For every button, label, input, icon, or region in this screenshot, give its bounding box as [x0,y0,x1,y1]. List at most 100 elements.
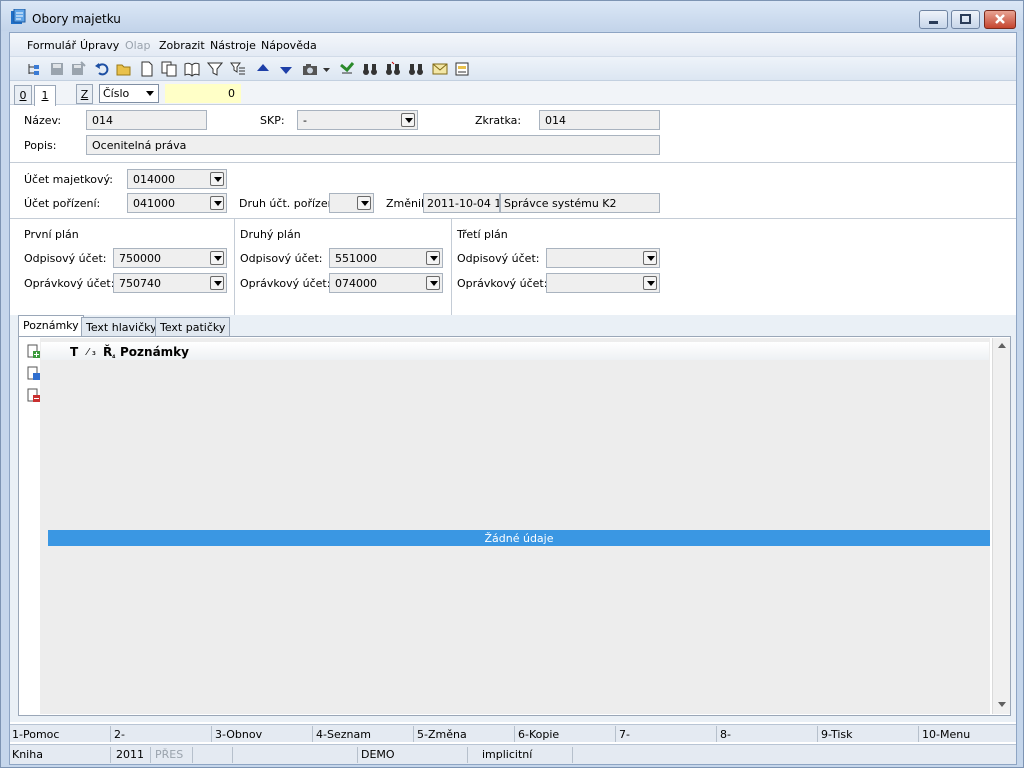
plan1-opravkovy-combo[interactable]: 750740 [113,273,227,293]
sort-field-select[interactable]: Číslo [99,84,159,103]
fkey-8[interactable]: 8- [720,728,731,741]
zkratka-field[interactable]: 014 [539,110,660,130]
tab-0[interactable]: 0 [14,85,32,105]
ucet-majetkovy-value: 014000 [133,173,175,186]
status-database: DEMO [361,748,395,761]
plan2-odpisovy-label: Odpisový účet: [240,252,323,265]
ucet-porizeni-combo[interactable]: 041000 [127,193,227,213]
save-as-icon[interactable] [70,61,86,77]
plan1-opravkovy-value: 750740 [119,277,161,290]
toolbar [10,57,1016,81]
z-button[interactable]: Z [76,84,93,104]
tab-poznamky[interactable]: Poznámky [18,315,84,336]
fkey-3[interactable]: 3-Obnov [215,728,262,741]
status-pres: PŘES [155,748,184,761]
chevron-down-icon[interactable] [643,251,657,265]
nazev-field[interactable]: 014 [86,110,207,130]
binoculars-icon[interactable] [408,61,424,77]
fkey-5[interactable]: 5-Změna [417,728,467,741]
new-document-icon[interactable] [139,61,155,77]
plan1-odpisovy-combo[interactable]: 750000 [113,248,227,268]
tab-text-hlavicky[interactable]: Text hlavičky [81,317,162,336]
ucet-majetkovy-combo[interactable]: 014000 [127,169,227,189]
ucet-porizeni-value: 041000 [133,197,175,210]
chevron-down-icon[interactable] [643,276,657,290]
tab-1[interactable]: 1 [34,85,56,106]
sort-value-field[interactable]: 0 [165,84,241,103]
undo-icon[interactable] [94,61,110,77]
add-note-icon[interactable] [27,344,41,359]
dropdown-arrow-icon[interactable] [322,61,332,77]
report-icon[interactable] [454,61,470,77]
arrow-up-icon[interactable] [255,61,271,77]
nazev-label: Název: [24,114,62,127]
book-icon[interactable] [184,61,200,77]
refresh-icon[interactable] [339,61,355,77]
filter-icon[interactable] [206,61,224,77]
title-bar[interactable]: Obory majetku [1,1,1023,31]
fkey-9[interactable]: 9-Tisk [821,728,853,741]
plan3-odpisovy-label: Odpisový účet: [457,252,540,265]
chevron-down-icon[interactable] [426,251,440,265]
tab-text-paticky[interactable]: Text patičky [155,317,231,336]
menu-formular[interactable]: Formulář [27,39,76,52]
fkey-7[interactable]: 7- [619,728,630,741]
plan2-opravkovy-combo[interactable]: 074000 [329,273,443,293]
record-bar: 0 1 Z Číslo 0 [10,81,1016,106]
chevron-down-icon[interactable] [210,251,224,265]
open-folder-icon[interactable] [116,61,132,77]
delete-note-icon[interactable] [27,388,41,403]
status-bar: Kniha 2011 PŘES DEMO implicitní [10,744,1016,764]
plan3-odpisovy-combo[interactable] [546,248,660,268]
status-mode: implicitní [482,748,533,761]
plan3-opravkovy-combo[interactable] [546,273,660,293]
menu-upravy[interactable]: Úpravy [80,39,119,52]
binoculars-icon[interactable] [385,61,401,77]
divider [10,162,1016,163]
menu-napoveda[interactable]: Nápověda [261,39,317,52]
popis-field[interactable]: Ocenitelná práva [86,135,660,155]
fkey-4[interactable]: 4-Seznam [316,728,371,741]
chevron-down-icon[interactable] [210,196,224,210]
status-book: Kniha [12,748,43,761]
plan3-title: Třetí plán [457,228,508,241]
arrow-down-icon[interactable] [278,61,294,77]
plan2-opravkovy-label: Oprávkový účet: [240,277,331,290]
chevron-down-icon[interactable] [357,196,371,210]
filter-list-icon[interactable] [230,61,246,77]
grid-body[interactable] [40,338,990,714]
function-key-bar: 1-Pomoc 2- 3-Obnov 4-Seznam 5-Změna 6-Ko… [10,724,1016,742]
chevron-down-icon[interactable] [210,276,224,290]
column-r[interactable]: Ř [103,345,112,359]
zkratka-label: Zkratka: [475,114,522,127]
save-icon[interactable] [49,61,65,77]
chevron-down-icon[interactable] [426,276,440,290]
binoculars-icon[interactable] [362,61,378,77]
tree-icon[interactable] [26,61,42,77]
column-poznamky[interactable]: Poznámky [120,345,189,359]
fkey-1[interactable]: 1-Pomoc [12,728,59,741]
fkey-6[interactable]: 6-Kopie [518,728,559,741]
menu-olap[interactable]: Olap [125,39,150,52]
menu-zobrazit[interactable]: Zobrazit [159,39,205,52]
minimize-button[interactable] [919,10,948,29]
menu-nastroje[interactable]: Nástroje [210,39,256,52]
fkey-2[interactable]: 2- [114,728,125,741]
maximize-button[interactable] [951,10,980,29]
chevron-down-icon[interactable] [210,172,224,186]
plan3-opravkovy-label: Oprávkový účet: [457,277,548,290]
chevron-down-icon[interactable] [401,113,415,127]
druh-combo[interactable] [329,193,374,213]
close-button[interactable] [984,10,1016,29]
column-t[interactable]: T [70,345,78,359]
column-number[interactable]: ⁄ ₃ [87,347,96,358]
mail-icon[interactable] [432,61,448,77]
menu-bar: Formulář Úpravy Olap Zobrazit Nástroje N… [10,33,1016,57]
fkey-10[interactable]: 10-Menu [922,728,970,741]
plan2-odpisovy-combo[interactable]: 551000 [329,248,443,268]
vertical-scrollbar[interactable] [992,338,1010,714]
skp-combo[interactable]: - [297,110,418,130]
camera-icon[interactable] [302,61,318,77]
edit-note-icon[interactable] [27,366,41,381]
copy-icon[interactable] [161,61,177,77]
